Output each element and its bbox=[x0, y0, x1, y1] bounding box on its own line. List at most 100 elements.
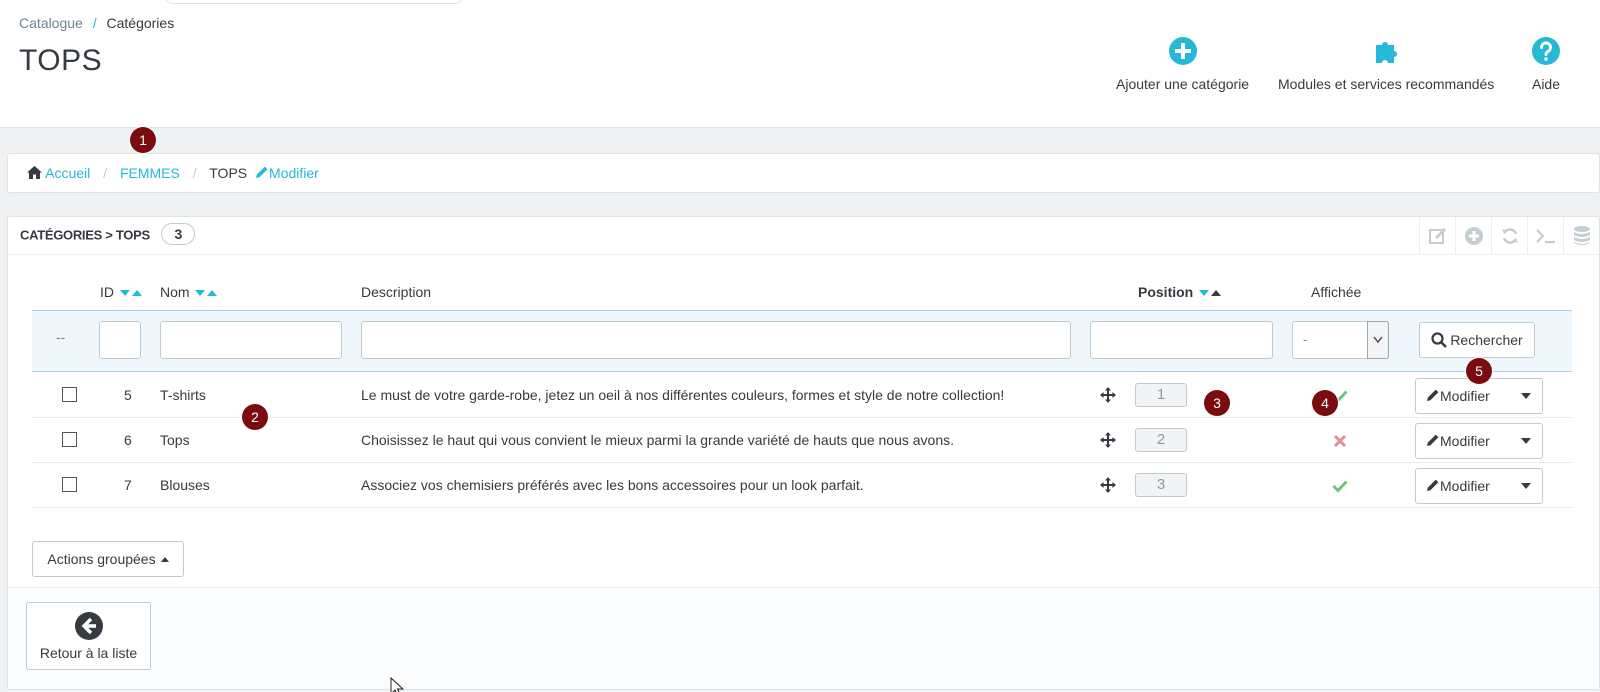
select-arrow bbox=[1367, 321, 1389, 359]
search-icon bbox=[1431, 332, 1448, 348]
filter-position-input[interactable] bbox=[1090, 321, 1273, 359]
modules-button[interactable]: Modules et services recommandés bbox=[1278, 36, 1494, 92]
back-to-list-button[interactable]: Retour à la liste bbox=[26, 602, 151, 670]
header-id: ID bbox=[100, 284, 142, 300]
annotation-marker-1: 1 bbox=[130, 127, 156, 153]
annotation-marker-3: 3 bbox=[1204, 390, 1230, 416]
page-header: Catalogue / Catégories TOPS Ajouter une … bbox=[0, 0, 1600, 128]
add-action[interactable] bbox=[1455, 217, 1491, 255]
pencil-icon bbox=[1427, 434, 1439, 446]
filter-description-input[interactable] bbox=[361, 321, 1071, 359]
back-to-list-label: Retour à la liste bbox=[39, 645, 138, 661]
drag-handle-icon[interactable] bbox=[1099, 431, 1117, 449]
sort-desc-icon[interactable] bbox=[1199, 290, 1210, 297]
caret-down-icon bbox=[1521, 438, 1531, 444]
row-checkbox[interactable] bbox=[62, 477, 77, 492]
row-checkbox[interactable] bbox=[62, 387, 77, 402]
modules-label: Modules et services recommandés bbox=[1278, 76, 1495, 92]
breadcrumb-edit-link[interactable]: Modifier bbox=[255, 165, 319, 181]
row-checkbox[interactable] bbox=[62, 432, 77, 447]
edit-list-action[interactable] bbox=[1419, 217, 1455, 255]
panel-title: CATÉGORIES > TOPS bbox=[20, 227, 150, 243]
table-header: ID Nom Description Position Affichée bbox=[32, 272, 1572, 310]
plus-circle-icon bbox=[1168, 37, 1197, 65]
terminal-icon bbox=[1535, 229, 1555, 244]
refresh-action[interactable] bbox=[1491, 217, 1527, 255]
count-badge: 3 bbox=[161, 223, 196, 245]
breadcrumb-edit-label: Modifier bbox=[269, 165, 319, 181]
export-action[interactable] bbox=[1563, 217, 1599, 255]
edit-row-label: Modifier bbox=[1440, 433, 1490, 449]
filter-displayed-select[interactable]: - bbox=[1292, 321, 1389, 359]
annotation-marker-4: 4 bbox=[1312, 390, 1338, 416]
search-button[interactable]: Rechercher bbox=[1419, 322, 1535, 358]
header-position: Position bbox=[1138, 284, 1222, 300]
drag-handle-icon[interactable] bbox=[1099, 386, 1117, 404]
header-description: Description bbox=[361, 284, 432, 300]
panel-footer: Retour à la liste bbox=[8, 587, 1599, 689]
breadcrumb-femmes-link[interactable]: FEMMES bbox=[120, 165, 180, 181]
header-breadcrumb-separator: / bbox=[92, 15, 97, 31]
table-row[interactable]: 7 Blouses Associez vos chemisiers préfér… bbox=[32, 463, 1572, 508]
database-icon bbox=[1573, 226, 1590, 245]
position-value: 3 bbox=[1135, 473, 1187, 497]
pencil-icon bbox=[1427, 389, 1439, 401]
row-name: Tops bbox=[160, 432, 190, 448]
panel-actions bbox=[1419, 217, 1599, 255]
row-actions-dropdown[interactable] bbox=[1512, 424, 1542, 458]
pencil-icon bbox=[256, 166, 268, 178]
row-id: 7 bbox=[124, 477, 132, 493]
caret-up-icon bbox=[160, 556, 169, 562]
drag-handle-icon[interactable] bbox=[1099, 476, 1117, 494]
filter-id-input[interactable] bbox=[99, 321, 141, 359]
row-actions-dropdown[interactable] bbox=[1512, 469, 1542, 503]
mouse-cursor-icon bbox=[390, 677, 404, 692]
header-name: Nom bbox=[160, 284, 218, 300]
pencil-icon bbox=[1427, 479, 1439, 491]
top-search-field[interactable] bbox=[165, 0, 463, 4]
row-id: 5 bbox=[124, 387, 132, 403]
add-category-button[interactable]: Ajouter une catégorie bbox=[1116, 36, 1249, 92]
search-button-label: Rechercher bbox=[1450, 332, 1523, 348]
question-circle-icon bbox=[1532, 37, 1560, 65]
check-icon[interactable] bbox=[1332, 479, 1348, 493]
edit-row-button[interactable]: Modifier bbox=[1415, 423, 1543, 459]
bulk-actions-button[interactable]: Actions groupées bbox=[32, 541, 184, 577]
breadcrumb-home-link[interactable]: Accueil bbox=[45, 165, 90, 181]
add-category-label: Ajouter une catégorie bbox=[1116, 76, 1250, 92]
edit-icon bbox=[1428, 227, 1446, 244]
plus-circle-icon bbox=[1464, 227, 1483, 245]
breadcrumb-separator: / bbox=[103, 165, 108, 181]
row-description: Choisissez le haut qui vous convient le … bbox=[361, 432, 955, 448]
annotation-marker-5: 5 bbox=[1466, 358, 1492, 384]
cross-icon[interactable] bbox=[1333, 434, 1347, 448]
sort-asc-icon[interactable] bbox=[131, 290, 142, 297]
sort-desc-icon[interactable] bbox=[195, 290, 206, 297]
bulk-actions-label: Actions groupées bbox=[47, 551, 156, 567]
header-id-label: ID bbox=[100, 284, 114, 300]
annotation-marker-2: 2 bbox=[242, 404, 268, 430]
sql-query-action[interactable] bbox=[1527, 217, 1563, 255]
header-breadcrumb: Catalogue / Catégories bbox=[19, 15, 174, 31]
row-description: Le must de votre garde-robe, jetez un oe… bbox=[361, 387, 1005, 403]
header-breadcrumb-parent[interactable]: Catalogue bbox=[19, 15, 83, 31]
header-breadcrumb-current: Catégories bbox=[106, 15, 175, 31]
row-description: Associez vos chemisiers préférés avec le… bbox=[361, 477, 864, 493]
position-value: 1 bbox=[1135, 383, 1187, 407]
row-name: Blouses bbox=[160, 477, 210, 493]
refresh-icon bbox=[1501, 228, 1518, 244]
panel-heading: CATÉGORIES > TOPS 3 bbox=[8, 217, 1599, 255]
caret-down-icon bbox=[1521, 393, 1531, 399]
row-name: T-shirts bbox=[160, 387, 206, 403]
sort-asc-icon[interactable] bbox=[1211, 290, 1222, 297]
filter-name-input[interactable] bbox=[160, 321, 342, 359]
edit-row-button[interactable]: Modifier bbox=[1415, 468, 1543, 504]
help-button[interactable]: Aide bbox=[1531, 36, 1561, 92]
header-displayed: Affichée bbox=[1311, 284, 1362, 300]
row-actions-dropdown[interactable] bbox=[1512, 379, 1542, 413]
position-value: 2 bbox=[1135, 428, 1187, 452]
row-id: 6 bbox=[124, 432, 132, 448]
sort-desc-icon[interactable] bbox=[119, 290, 130, 297]
sort-asc-icon[interactable] bbox=[207, 290, 218, 297]
puzzle-icon bbox=[1376, 42, 1398, 63]
